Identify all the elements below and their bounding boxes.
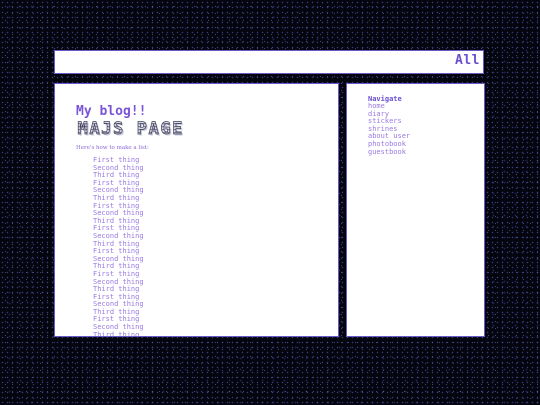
intro-text: Here's how to make a list:: [76, 145, 149, 151]
thing-list: First thing Second thing Third thing First …: [93, 156, 332, 337]
list-item: Third thing: [93, 330, 140, 337]
main-content: My blog!! MAJS PAGE MAJS PAGE Here's how…: [76, 105, 332, 337]
main-panel: My blog!! MAJS PAGE MAJS PAGE Here's how…: [54, 83, 339, 337]
header-bar: All: [54, 50, 484, 74]
nav-list: home diary stickers shrines about user photob…: [368, 102, 410, 157]
page-title: My blog!!: [76, 104, 147, 119]
logo-text: MAJS PAGE: [78, 120, 185, 138]
navigation: Navigate home diary stickers shrines about u…: [368, 95, 410, 156]
sidebar-panel: Navigate home diary stickers shrines about u…: [346, 83, 485, 337]
all-link[interactable]: All: [455, 53, 480, 68]
page-logo: MAJS PAGE MAJS PAGE: [77, 120, 185, 138]
nav-link-guestbook[interactable]: guestbook: [368, 148, 410, 157]
